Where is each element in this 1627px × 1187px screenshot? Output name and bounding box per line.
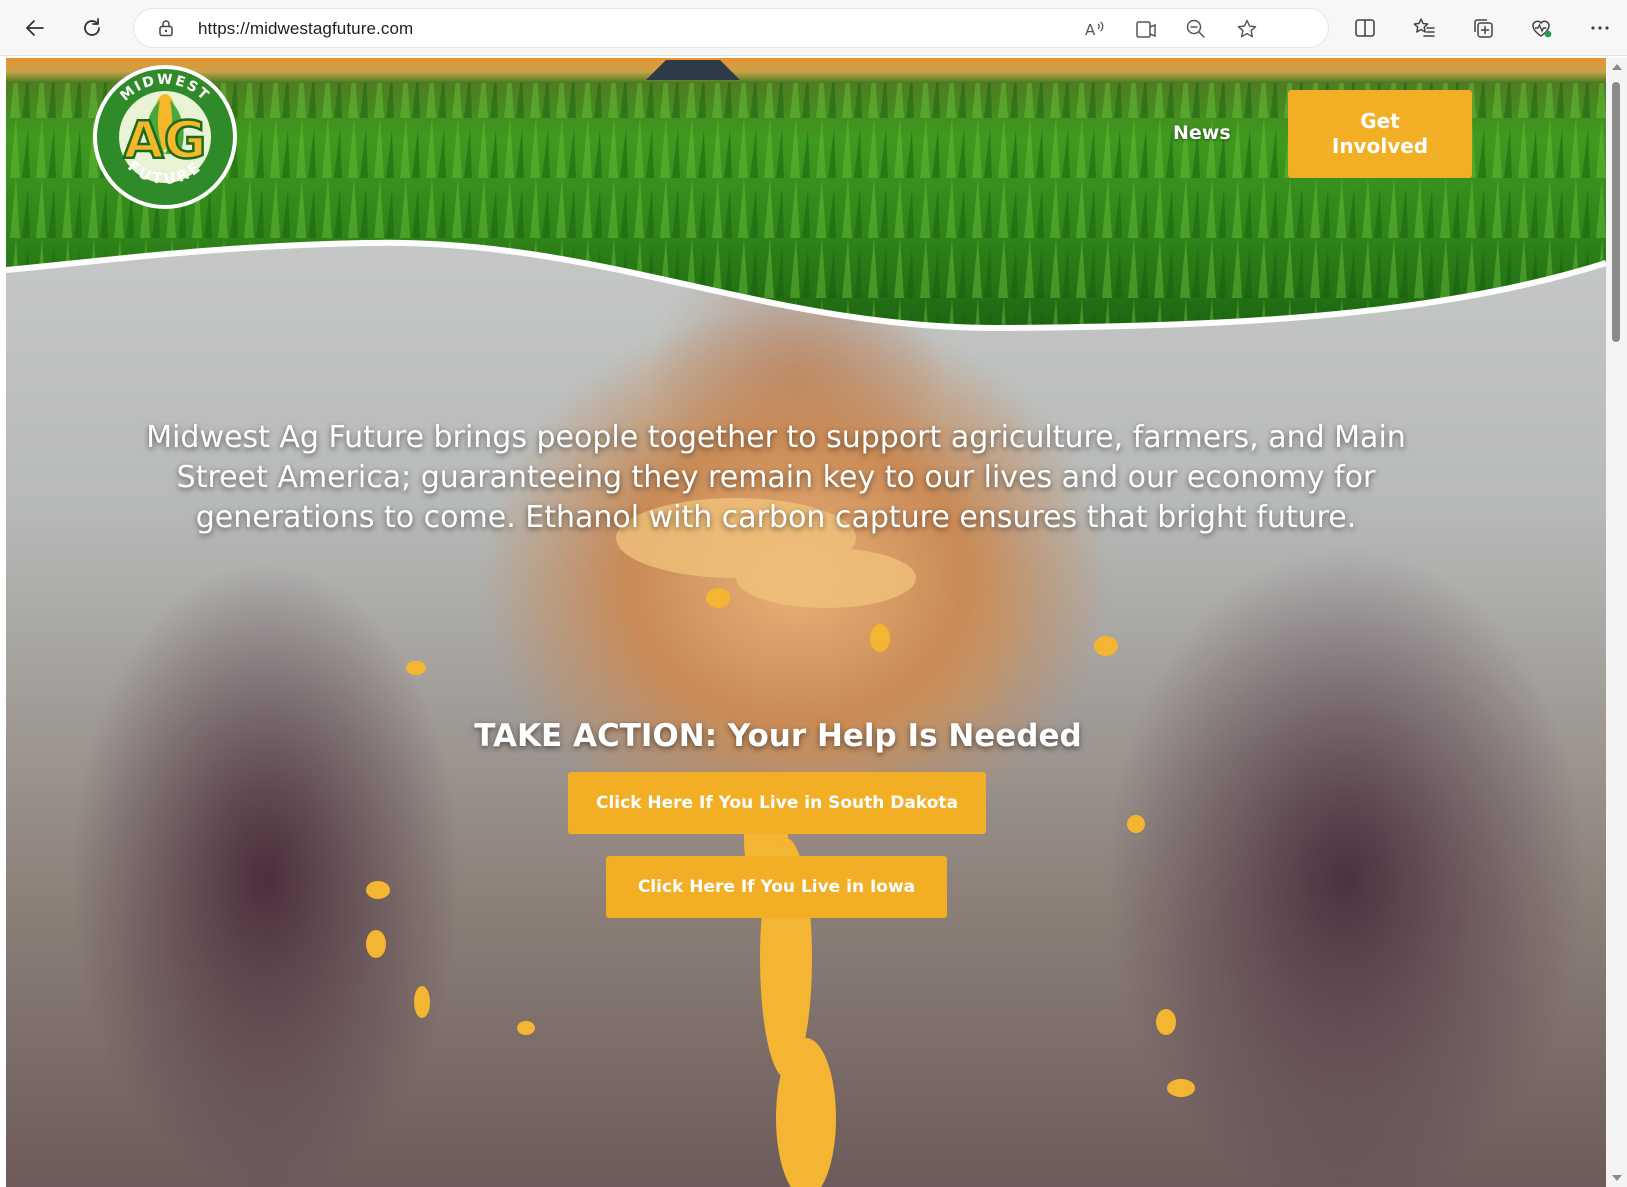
scroll-down-arrow-icon[interactable] <box>1612 1175 1622 1181</box>
page-scrollbar[interactable] <box>1606 58 1627 1187</box>
zoom-out-icon[interactable] <box>1185 18 1207 40</box>
get-involved-button[interactable]: Get Involved <box>1288 90 1472 178</box>
immersive-reader-icon[interactable] <box>1135 18 1157 40</box>
iowa-cta-button[interactable]: Click Here If You Live in Iowa <box>606 856 947 918</box>
read-aloud-icon[interactable]: A <box>1084 18 1106 40</box>
scroll-up-arrow-icon[interactable] <box>1612 64 1622 70</box>
page-viewport: AG MIDWEST FUTURE News Get Involved Midw… <box>6 58 1606 1187</box>
split-screen-icon[interactable] <box>1353 16 1377 40</box>
lock-icon[interactable] <box>156 18 176 38</box>
south-dakota-cta-button[interactable]: Click Here If You Live in South Dakota <box>568 772 986 834</box>
take-action-heading: TAKE ACTION: Your Help Is Needed <box>474 718 1082 754</box>
address-bar[interactable]: https://midwestagfuture.com A <box>133 8 1329 48</box>
refresh-icon <box>84 18 100 36</box>
url-text[interactable]: https://midwestagfuture.com <box>198 19 413 39</box>
scrollbar-thumb[interactable] <box>1612 82 1620 342</box>
refresh-button[interactable] <box>74 10 110 46</box>
back-button[interactable] <box>17 10 53 46</box>
favorites-icon[interactable] <box>1412 16 1436 40</box>
browser-toolbar: https://midwestagfuture.com A <box>0 0 1627 56</box>
svg-text:A: A <box>1085 21 1096 39</box>
browser-essentials-icon[interactable] <box>1529 16 1553 40</box>
nav-link-news[interactable]: News <box>1173 122 1231 144</box>
collections-icon[interactable] <box>1471 16 1495 40</box>
more-options-icon[interactable] <box>1588 16 1612 40</box>
favorite-star-icon[interactable] <box>1236 18 1258 40</box>
hero-mission-statement: Midwest Ag Future brings people together… <box>146 420 1406 535</box>
site-logo[interactable]: AG MIDWEST FUTURE <box>90 62 240 212</box>
back-arrow-icon <box>26 20 44 36</box>
